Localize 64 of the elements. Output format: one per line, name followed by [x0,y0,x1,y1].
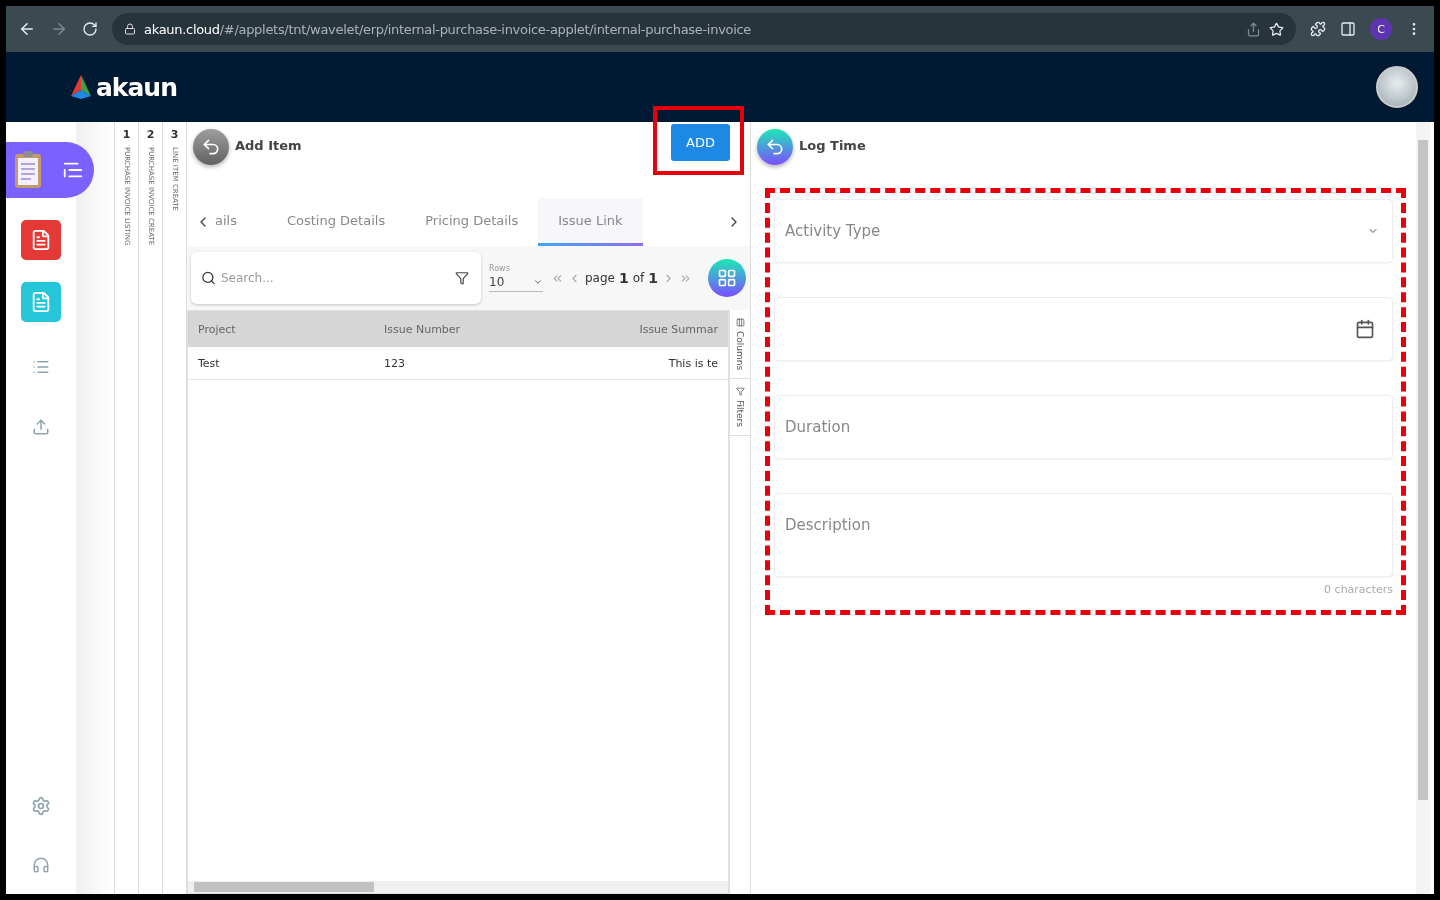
reload-icon[interactable] [82,21,98,37]
description-field[interactable]: Description [774,493,1393,577]
side-panel-icon[interactable] [1340,21,1356,37]
profile-button[interactable]: C [1370,18,1392,40]
add-button[interactable]: ADD [671,124,730,161]
panel-title: Log Time [799,138,866,153]
back-button[interactable] [757,129,793,165]
step-number: 1 [122,128,131,141]
of-label: of [632,271,645,285]
step-number: 2 [146,128,155,141]
clipboard-icon [12,150,44,190]
column-header[interactable]: Issue Number [374,322,551,336]
document-icon[interactable] [21,282,61,322]
duration-field[interactable]: Duration [774,395,1393,459]
back-arrow-icon [201,137,221,157]
grid-icon [717,268,737,288]
puzzle-icon[interactable] [1310,21,1326,37]
settings-icon[interactable] [31,796,51,816]
share-icon[interactable] [1246,21,1261,37]
page-total: 1 [648,270,659,286]
pdf-icon[interactable] [21,220,61,260]
search-field[interactable]: Search... [191,252,481,304]
rows-select[interactable]: 10 [489,273,543,292]
column-header[interactable]: Project [188,322,374,336]
back-button[interactable] [193,129,229,165]
back-icon[interactable] [18,20,36,38]
rows-label: Rows [489,264,511,273]
table-cell-text: Test [197,356,221,370]
star-icon[interactable] [1269,21,1284,37]
filter-icon [735,387,745,397]
list-icon[interactable] [32,358,50,376]
tab[interactable]: ails [215,198,267,246]
columns-icon [735,318,745,327]
table-row[interactable]: Test 123 This is te [188,347,728,380]
tab[interactable]: Pricing Details [405,198,539,246]
applet-menu-button[interactable] [6,142,94,198]
character-counter: 0 characters [1324,583,1393,596]
vertical-scrollbar[interactable] [1416,122,1430,894]
filter-icon[interactable] [455,271,469,285]
table-cell-text: 123 [383,356,406,370]
column-header[interactable]: Issue Summar [551,322,728,336]
table-cell-text: This is te [667,356,719,370]
url-text: akaun.cloud/#/applets/tnt/wavelet/erp/internal-purchase-invoice-applet/internal-purchase-invoice [144,21,752,37]
avatar[interactable] [1376,66,1418,108]
activity-type-select[interactable]: Activity Type [774,199,1393,263]
page-number: 1 [619,270,629,286]
logo-icon [68,74,94,100]
forward-icon[interactable] [50,20,68,38]
address-bar[interactable]: akaun.cloud/#/applets/tnt/wavelet/erp/internal-purchase-invoice-applet/internal-purchase-invoice [112,13,1296,45]
search-icon [201,270,216,286]
date-field[interactable] [774,297,1393,361]
upload-icon[interactable] [32,418,50,436]
tab[interactable]: Costing Details [266,198,406,246]
horizontal-scrollbar[interactable] [188,881,728,893]
panel-title: Add Item [235,138,302,153]
page-label: page [585,271,615,285]
step-number: 3 [170,128,179,141]
caret-icon [533,277,543,287]
headphones-icon[interactable] [32,856,50,874]
back-arrow-icon [765,137,785,157]
grid-button[interactable] [708,259,746,297]
logo-text: akaun [96,72,177,102]
calendar-icon [1355,319,1375,339]
lock-icon [124,23,136,35]
